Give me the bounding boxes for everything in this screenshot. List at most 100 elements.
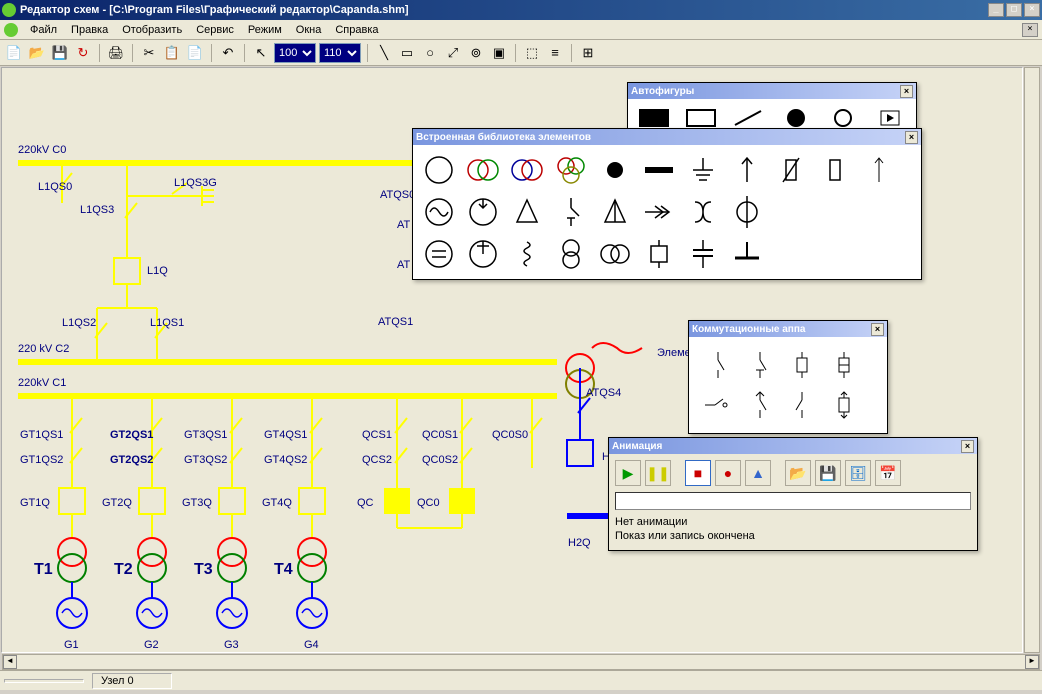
minimize-button[interactable]: _ [988,3,1004,17]
rect-tool[interactable]: ▭ [397,43,417,63]
statusbar: Узел 0 [0,670,1042,690]
print-button[interactable]: 🖨 [106,43,126,63]
menu-view[interactable]: Отобразить [116,22,188,38]
save-button[interactable]: 💾 [50,43,70,63]
tool-c[interactable]: ⊞ [578,43,598,63]
undo-button[interactable]: ↶ [218,43,238,63]
anim-saveall[interactable]: 🗄 [845,460,871,486]
sym-eq[interactable] [417,233,461,275]
sym-converter[interactable] [681,191,725,233]
tool-a[interactable]: ⬚ [522,43,542,63]
sym-capacitor[interactable] [813,149,857,191]
sw-8[interactable] [825,387,863,423]
app-icon [2,3,16,17]
anim-pause[interactable]: ❚❚ [645,460,671,486]
sym-arrow-thin[interactable] [857,149,901,191]
sw-6[interactable] [741,387,779,423]
sym-arrow-up[interactable] [725,149,769,191]
sym-inductor[interactable] [505,233,549,275]
sym-arc[interactable] [461,233,505,275]
sym-ground[interactable] [681,149,725,191]
sym-trans3[interactable] [549,149,593,191]
anim-eject[interactable]: ▲ [745,460,771,486]
svg-text:G1: G1 [64,639,79,651]
scroll-left[interactable]: ◄ [3,655,17,669]
double-circle-tool[interactable]: ⊚ [466,43,486,63]
sym-fuse[interactable] [769,149,813,191]
sw-1[interactable] [699,347,737,383]
paste-button[interactable]: 📄 [185,43,205,63]
anim-record[interactable]: ● [715,460,741,486]
anim-stop[interactable]: ■ [685,460,711,486]
menu-help[interactable]: Справка [329,22,384,38]
sym-blank6[interactable] [857,233,901,275]
anim-play[interactable]: ▶ [615,460,641,486]
close-button[interactable]: × [1024,3,1040,17]
animation-close[interactable]: × [961,440,974,453]
anim-input[interactable] [615,492,971,510]
sym-cap[interactable] [681,233,725,275]
zoom2-select[interactable]: 110 [319,43,361,63]
cut-button[interactable]: ✂ [139,43,159,63]
scrollbar-vertical[interactable] [1024,67,1040,653]
sym-blank5[interactable] [813,233,857,275]
sw-4[interactable] [825,347,863,383]
scroll-right[interactable]: ► [1025,655,1039,669]
switch-tool[interactable]: ⤢ [443,43,463,63]
sym-chassis[interactable] [725,233,769,275]
sym-trans2-bb[interactable] [505,149,549,191]
sym-blank2[interactable] [813,191,857,233]
switching-close[interactable]: × [871,323,884,336]
sym-2circle-v[interactable] [549,233,593,275]
panel-animation[interactable]: Анимация × ▶ ❚❚ ■ ● ▲ 📂 💾 🗄 📅 Нет анимац… [608,437,978,551]
mdi-close-button[interactable]: × [1022,23,1038,37]
menu-edit[interactable]: Правка [65,22,114,38]
line-tool[interactable]: ╲ [374,43,394,63]
sym-busbar[interactable] [637,149,681,191]
autofig-close[interactable]: × [900,85,913,98]
sym-blank4[interactable] [769,233,813,275]
sym-source[interactable] [417,191,461,233]
sym-switch[interactable] [549,191,593,233]
panel-library[interactable]: Встроенная библиотека элементов × [412,128,922,280]
reload-button[interactable]: ↻ [73,43,93,63]
svg-text:GT3QS2: GT3QS2 [184,454,227,466]
sym-delta[interactable] [505,191,549,233]
menu-windows[interactable]: Окна [290,22,328,38]
new-button[interactable]: 📄 [4,43,24,63]
sw-5[interactable] [699,387,737,423]
anim-open[interactable]: 📂 [785,460,811,486]
sym-ct[interactable] [725,191,769,233]
sym-trans2-rg[interactable] [461,149,505,191]
menu-file[interactable]: Файл [24,22,63,38]
sym-arrow-right[interactable] [637,191,681,233]
sw-2[interactable] [741,347,779,383]
sym-circle[interactable] [417,149,461,191]
panel-switching[interactable]: Коммутационные аппа × [688,320,888,434]
zoom1-select[interactable]: 100 [274,43,316,63]
maximize-button[interactable]: □ [1006,3,1022,17]
open-button[interactable]: 📂 [27,43,47,63]
sym-2circle-link[interactable] [593,233,637,275]
tool-b[interactable]: ≡ [545,43,565,63]
sym-delta2[interactable] [593,191,637,233]
menu-service[interactable]: Сервис [190,22,240,38]
library-close[interactable]: × [905,131,918,144]
sym-dot[interactable] [593,149,637,191]
anim-calendar[interactable]: 📅 [875,460,901,486]
sym-blank1[interactable] [769,191,813,233]
copy-button[interactable]: 📋 [162,43,182,63]
sw-7[interactable] [783,387,821,423]
toolbar: 📄 📂 💾 ↻ 🖨 ✂ 📋 📄 ↶ ↖ 100 110 ╲ ▭ ○ ⤢ ⊚ ▣ … [0,40,1042,66]
menu-mode[interactable]: Режим [242,22,288,38]
svg-text:GT4QS2: GT4QS2 [264,454,307,466]
sym-blank3[interactable] [857,191,901,233]
node-tool[interactable]: ▣ [489,43,509,63]
sym-motor[interactable] [461,191,505,233]
circle-tool[interactable]: ○ [420,43,440,63]
anim-save[interactable]: 💾 [815,460,841,486]
sym-relay[interactable] [637,233,681,275]
sw-3[interactable] [783,347,821,383]
pointer-button[interactable]: ↖ [251,43,271,63]
scrollbar-horizontal[interactable]: ◄ ► [2,654,1040,670]
